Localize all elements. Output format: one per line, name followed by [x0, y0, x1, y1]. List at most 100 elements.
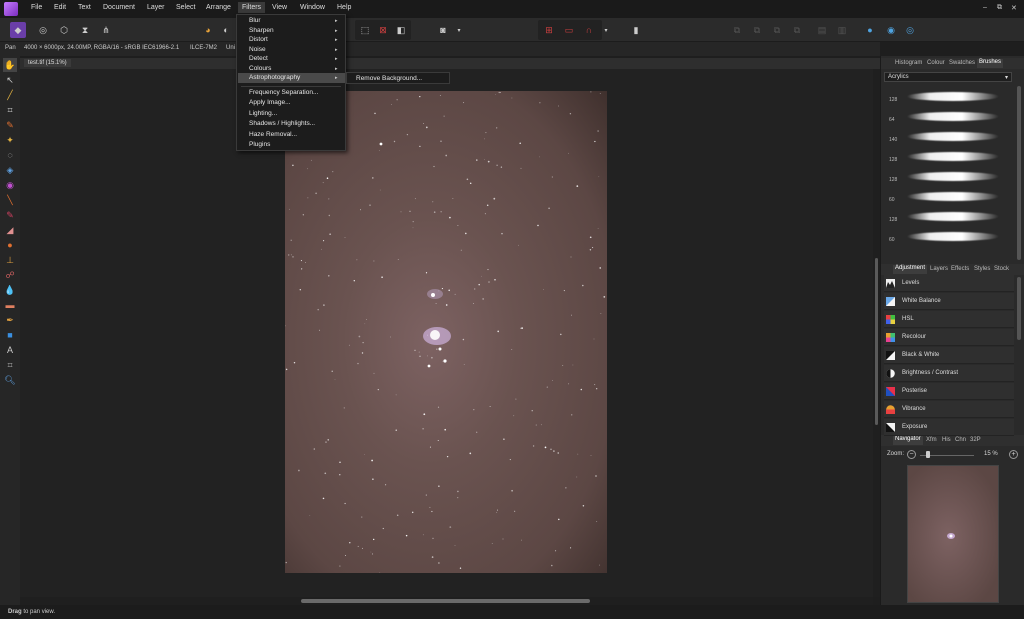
align-icon[interactable]: ▤	[814, 22, 830, 38]
colour-wheel-icon[interactable]: ◕	[200, 22, 216, 38]
vertical-scroll-thumb[interactable]	[875, 258, 878, 425]
adjustment-brightness-contrast[interactable]: Brightness / Contrast	[884, 365, 1014, 382]
tab-transform[interactable]: Xfm	[926, 437, 937, 443]
crop-tool-icon[interactable]: ⌗	[3, 103, 17, 117]
adjustment-scrollbar[interactable]	[1017, 277, 1021, 340]
filter-detect[interactable]: Detect	[249, 55, 268, 62]
brush-item[interactable]: 128	[884, 166, 1014, 185]
filter-noise[interactable]: Noise	[249, 46, 266, 53]
adjustment-recolour[interactable]: Recolour	[884, 329, 1014, 346]
color-picker-tool-icon[interactable]: ╱	[3, 88, 17, 102]
share-icon[interactable]: ⋔	[98, 22, 114, 38]
tab-history[interactable]: His	[942, 437, 951, 443]
tab-layers[interactable]: Layers	[930, 266, 948, 272]
filter-blur[interactable]: Blur	[249, 17, 261, 24]
filter-haze-removal[interactable]: Haze Removal...	[249, 131, 297, 138]
remove-background-item[interactable]: Remove Background...	[356, 75, 422, 82]
chevron-down-icon[interactable]: ▾	[598, 22, 614, 38]
tab-stock[interactable]: Stock	[994, 266, 1009, 272]
arrange-back-icon[interactable]: ⧉	[729, 22, 745, 38]
blur-tool-icon[interactable]: 💧	[3, 283, 17, 297]
adjustment-vibrance[interactable]: Vibrance	[884, 401, 1014, 418]
filter-lighting[interactable]: Lighting...	[249, 110, 277, 117]
menu-layer[interactable]: Layer	[147, 4, 165, 11]
invert-selection-icon[interactable]: ◧	[393, 22, 409, 38]
selection-brush-icon[interactable]: ✦	[3, 133, 17, 147]
tab-histogram[interactable]: Histogram	[895, 60, 922, 66]
snapping-icon[interactable]: ▭	[561, 22, 577, 38]
menu-filters[interactable]: Filters	[238, 2, 266, 13]
tab-32bit-preview[interactable]: 32P	[970, 437, 981, 443]
brushes-scrollbar[interactable]	[1017, 86, 1021, 260]
zoom-tool-icon[interactable]: 🔍︎	[3, 373, 17, 387]
zoom-slider-handle[interactable]	[926, 451, 931, 458]
marquee-tool-icon[interactable]: ◌	[3, 148, 17, 162]
app-logo-icon[interactable]	[4, 2, 18, 16]
tab-navigator[interactable]: Navigator	[893, 436, 923, 445]
menu-select[interactable]: Select	[176, 4, 195, 11]
paint-brush-icon[interactable]: ╲	[3, 193, 17, 207]
adjustment-hsl[interactable]: HSL	[884, 311, 1014, 328]
shape-tool-icon[interactable]: ■	[3, 328, 17, 342]
clone-tool-icon[interactable]: ⊥	[3, 253, 17, 267]
dodge-tool-icon[interactable]: ●	[3, 238, 17, 252]
brush-item[interactable]: 128	[884, 86, 1014, 105]
menu-view[interactable]: View	[272, 4, 287, 11]
erase-brush-icon[interactable]: ◢	[3, 223, 17, 237]
menu-text[interactable]: Text	[78, 4, 91, 11]
brush-category-dropdown[interactable]: Acrylics ▾	[884, 72, 1012, 82]
comment-icon[interactable]: ●	[862, 22, 878, 38]
brush-item[interactable]: 60	[884, 186, 1014, 205]
tab-swatches[interactable]: Swatches	[949, 60, 975, 66]
zoom-in-icon[interactable]: +	[1009, 450, 1018, 459]
filter-shadows-highlights[interactable]: Shadows / Highlights...	[249, 120, 315, 127]
document-tab[interactable]: test.tif (15.1%)	[24, 59, 71, 67]
adjustment-exposure[interactable]: Exposure	[884, 419, 1014, 436]
tab-effects[interactable]: Effects	[951, 266, 969, 272]
brush-item[interactable]: 128	[884, 146, 1014, 165]
pan-tool-icon[interactable]: ✋	[3, 58, 17, 72]
flood-fill-icon[interactable]: ◈	[3, 163, 17, 177]
menu-edit[interactable]: Edit	[54, 4, 66, 11]
close-button[interactable]: ✕	[1011, 4, 1017, 12]
help-icon[interactable]: ◎	[902, 22, 918, 38]
zoom-out-icon[interactable]: −	[907, 450, 916, 459]
develop-persona-icon[interactable]: ⬡	[56, 22, 72, 38]
filter-plugins[interactable]: Plugins	[249, 141, 270, 148]
gradient-tool-icon[interactable]: ◉	[3, 178, 17, 192]
adjustment-black-white[interactable]: Black & White	[884, 347, 1014, 364]
filter-frequency-separation[interactable]: Frequency Separation...	[249, 89, 318, 96]
arrange-forward-icon[interactable]: ⧉	[749, 22, 765, 38]
horizontal-scroll-thumb[interactable]	[301, 599, 590, 603]
text-tool-icon[interactable]: A	[3, 343, 17, 357]
tab-brushes[interactable]: Brushes	[977, 59, 1004, 68]
adjustment-posterise[interactable]: Posterise	[884, 383, 1014, 400]
move-tool-icon[interactable]: ↖	[3, 73, 17, 87]
mesh-warp-icon[interactable]: ⌗	[3, 358, 17, 372]
marquee-icon[interactable]: ⬚	[357, 22, 373, 38]
brush-item[interactable]: 64	[884, 106, 1014, 125]
distribute-icon[interactable]: ▥	[834, 22, 850, 38]
color-replacement-icon[interactable]: ✎	[3, 208, 17, 222]
photo-persona-icon[interactable]: ◆	[10, 22, 26, 38]
chevron-down-icon[interactable]: ▾	[451, 22, 467, 38]
navigator-thumbnail[interactable]	[907, 465, 999, 603]
filter-sharpen[interactable]: Sharpen	[249, 27, 274, 34]
maximize-button[interactable]: ⧉	[997, 4, 1002, 12]
liquify-persona-icon[interactable]: ◎	[35, 22, 51, 38]
deselect-icon[interactable]: ⊠	[375, 22, 391, 38]
brush-item[interactable]: 128	[884, 206, 1014, 225]
brush-item[interactable]: 60	[884, 226, 1014, 245]
brush-item[interactable]: 140	[884, 126, 1014, 145]
filter-astrophotography[interactable]: Astrophotography	[249, 74, 300, 81]
quick-mask-icon[interactable]: ◙	[435, 22, 451, 38]
adjustment-white-balance[interactable]: White Balance	[884, 293, 1014, 310]
messages-icon[interactable]: ◉	[883, 22, 899, 38]
filter-distort[interactable]: Distort	[249, 36, 268, 43]
tab-colour[interactable]: Colour	[927, 60, 945, 66]
orion-nebula-photo[interactable]	[285, 91, 607, 573]
smudge-tool-icon[interactable]: ☍	[3, 268, 17, 282]
contrast-icon[interactable]: ◐	[218, 22, 234, 38]
menu-arrange[interactable]: Arrange	[206, 4, 231, 11]
brush-selection-icon[interactable]: ✎	[3, 118, 17, 132]
